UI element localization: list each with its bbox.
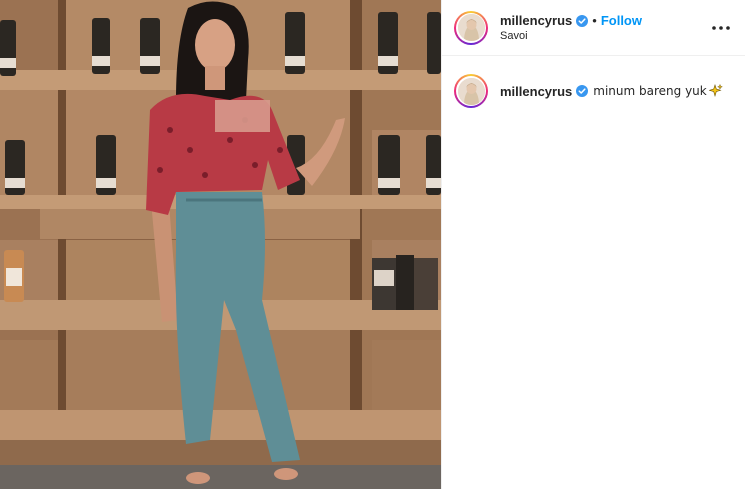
header-username-link[interactable]: millencyrus	[500, 13, 572, 28]
photo-illustration	[0, 0, 441, 489]
caption-message: minum bareng yuk	[593, 84, 707, 98]
header-text: millencyrus • Follow Savoi	[500, 13, 642, 42]
story-ring[interactable]	[454, 10, 488, 45]
avatar[interactable]	[457, 14, 485, 41]
caption-verified-badge-icon	[576, 85, 589, 97]
separator-dot: •	[592, 13, 597, 28]
caption-text: millencyrus minum bareng yuk	[500, 84, 723, 99]
follow-button[interactable]: Follow	[601, 13, 642, 28]
post-photo[interactable]	[0, 0, 441, 489]
sparkles-emoji-icon	[708, 84, 723, 98]
post-header: millencyrus • Follow Savoi	[442, 0, 745, 56]
caption-avatar-portrait-icon	[457, 77, 485, 105]
caption-avatar-border	[456, 76, 486, 106]
caption-row: millencyrus minum bareng yuk	[442, 56, 745, 108]
post-sidebar: millencyrus • Follow Savoi millencyrus m…	[441, 0, 745, 489]
more-options-icon[interactable]	[709, 18, 733, 38]
location-link[interactable]: Savoi	[500, 30, 642, 42]
header-row: millencyrus • Follow	[500, 13, 642, 28]
instagram-post: millencyrus • Follow Savoi millencyrus m…	[0, 0, 745, 489]
avatar-border	[456, 12, 486, 43]
caption-story-ring[interactable]	[454, 74, 488, 108]
caption-avatar[interactable]	[457, 77, 485, 105]
caption-username-link[interactable]: millencyrus	[500, 84, 572, 99]
avatar-portrait-icon	[457, 14, 485, 41]
verified-badge-icon	[576, 14, 589, 27]
